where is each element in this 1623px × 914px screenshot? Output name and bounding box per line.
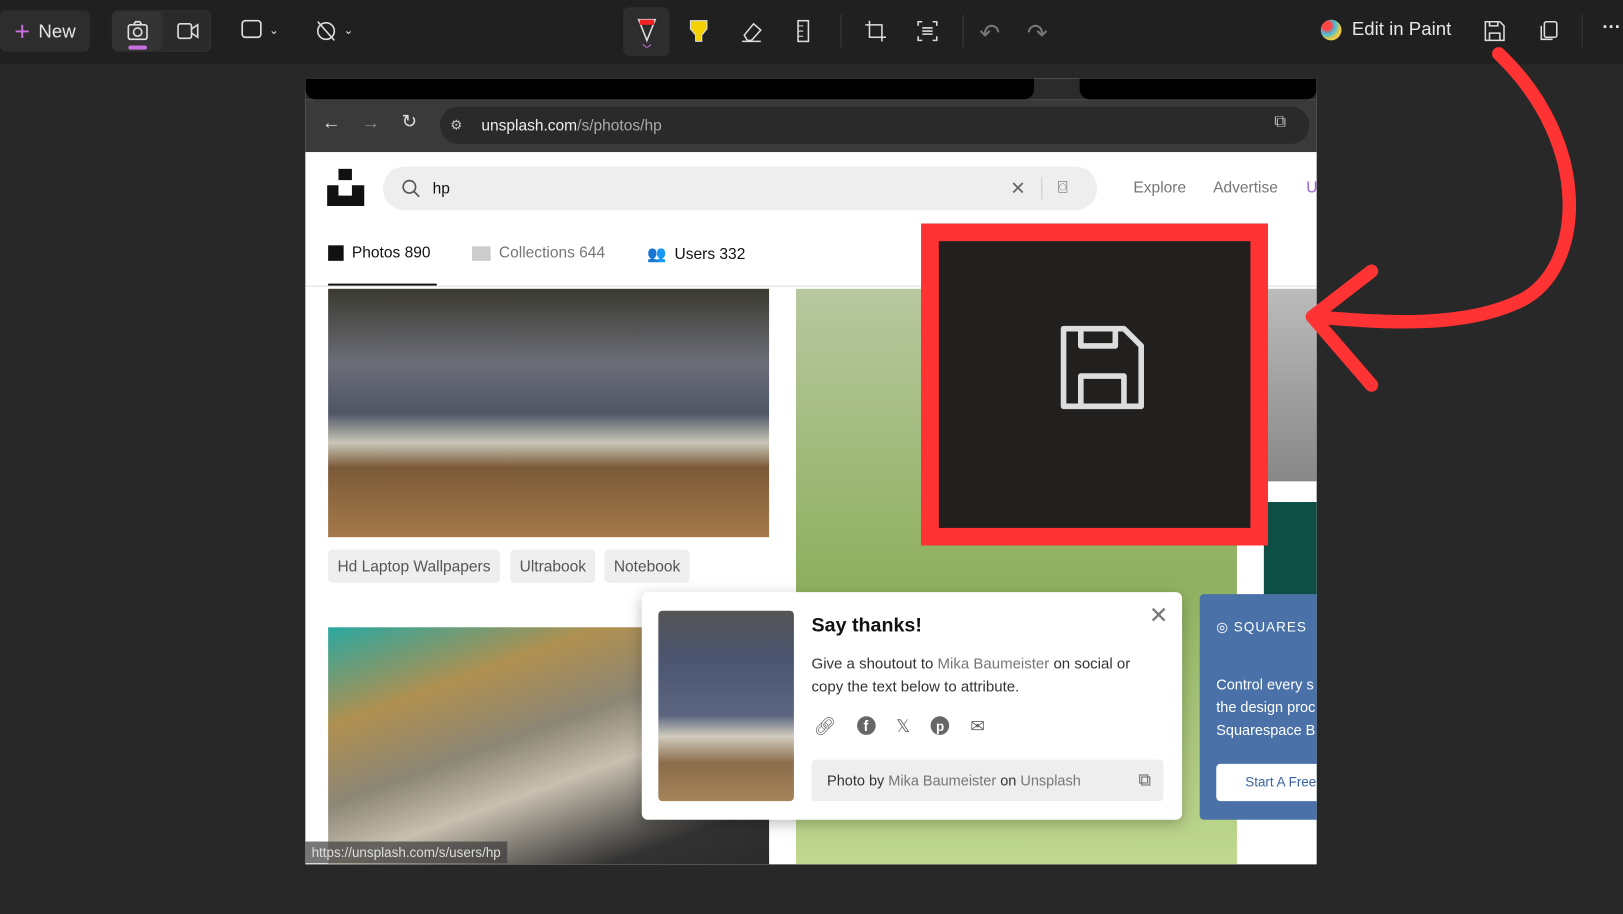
link-icon[interactable]: 🔗︎ — [814, 716, 836, 737]
share-icons: 🔗︎ f 𝕏 p ✉ — [814, 716, 985, 737]
author-link[interactable]: Mika Baumeister — [938, 656, 1050, 673]
email-icon[interactable]: ✉ — [970, 716, 985, 737]
ad-cta-button[interactable]: Start A Free — [1216, 763, 1317, 802]
copy-attribution-icon[interactable]: ⧉ — [1138, 770, 1151, 791]
squarespace-ad[interactable]: ◎ SQUARES Control every s the design pro… — [1199, 594, 1317, 820]
popup-body: Give a shoutout to Mika Baumeister on so… — [811, 656, 1131, 696]
facebook-icon[interactable]: f — [856, 716, 876, 735]
popup-title: Say thanks! — [811, 614, 922, 637]
say-thanks-popup: Say thanks! Give a shoutout to Mika Baum… — [641, 592, 1183, 820]
popup-photo-thumbnail — [658, 610, 794, 802]
pinterest-icon[interactable]: p — [930, 716, 950, 735]
ad-body: Control every s the design proc Squaresp… — [1216, 675, 1316, 739]
close-icon[interactable]: ✕ — [1149, 602, 1168, 629]
attribution-text: Photo by Mika Baumeister on Unsplash ⧉ — [811, 759, 1164, 802]
ad-brand: ◎ SQUARES — [1216, 618, 1307, 635]
x-twitter-icon[interactable]: 𝕏 — [896, 716, 910, 737]
unsplash-link[interactable]: Unsplash — [1020, 772, 1080, 789]
author-link[interactable]: Mika Baumeister — [888, 772, 996, 789]
